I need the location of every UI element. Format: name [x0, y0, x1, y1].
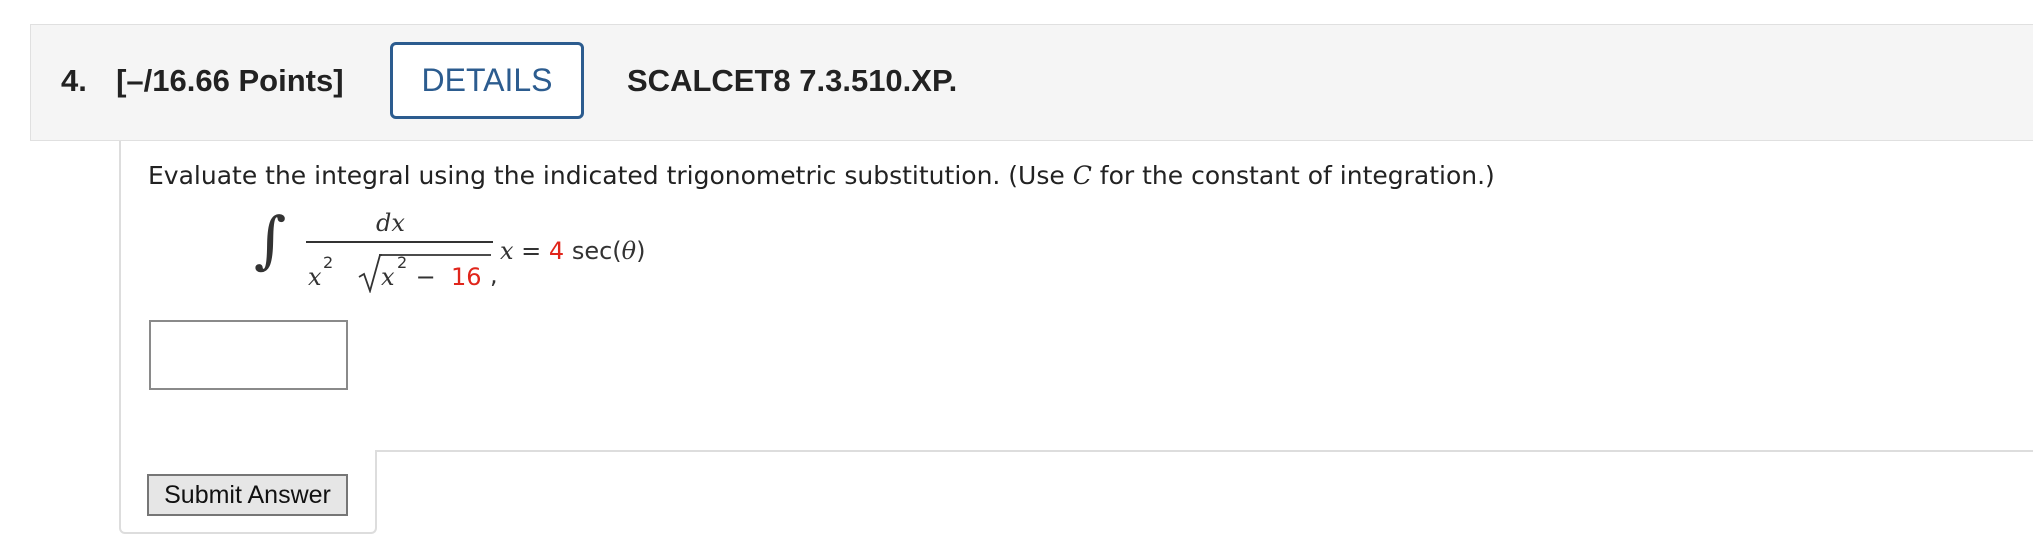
- subst-theta: θ: [621, 237, 637, 265]
- submit-answer-button[interactable]: Submit Answer: [147, 474, 348, 516]
- fraction-bar: [306, 241, 493, 243]
- footer-divider: [376, 450, 2033, 452]
- prompt-text-after: for the constant of integration.): [1091, 161, 1495, 190]
- integral-numerator: dx: [376, 209, 405, 237]
- integral-denominator: x 2 x 2 − 16 ,: [308, 249, 508, 293]
- subst-coefficient: 4: [548, 237, 565, 265]
- integral-sign: ∫: [254, 203, 287, 276]
- substitution: x = 4 sec(θ): [500, 237, 646, 265]
- prompt-constant-var: C: [1072, 161, 1092, 190]
- prompt-text-before: Evaluate the integral using the indicate…: [148, 161, 1073, 190]
- den-minus: −: [408, 263, 444, 291]
- den-inner-exp: 2: [397, 253, 408, 272]
- den-comma: ,: [490, 261, 498, 289]
- den-x-exp: 2: [323, 253, 334, 272]
- question-header: 4. [–/16.66 Points] DETAILS SCALCET8 7.3…: [30, 24, 2033, 141]
- subst-close: ): [636, 237, 646, 265]
- square-root-icon: [358, 254, 382, 293]
- points-label: [–/16.66 Points]: [116, 63, 344, 98]
- den-x: x: [308, 263, 322, 291]
- square-root-overline: [379, 254, 491, 256]
- subst-equals: =: [513, 237, 549, 265]
- question-number-label: 4.: [61, 63, 87, 98]
- den-constant: 16: [451, 263, 482, 291]
- question-number: 4. [–/16.66 Points]: [61, 65, 344, 96]
- problem-prompt: Evaluate the integral using the indicate…: [148, 161, 1495, 190]
- subst-var: x: [500, 237, 514, 265]
- question-code: SCALCET8 7.3.510.XP.: [627, 63, 958, 98]
- answer-input[interactable]: [149, 320, 348, 390]
- integral-expression: ∫ dx x 2 x 2 − 16 , x = 4 sec(θ): [250, 205, 710, 300]
- den-inner-x: x: [381, 263, 395, 291]
- subst-func: sec(: [564, 237, 622, 265]
- details-button[interactable]: DETAILS: [390, 42, 584, 119]
